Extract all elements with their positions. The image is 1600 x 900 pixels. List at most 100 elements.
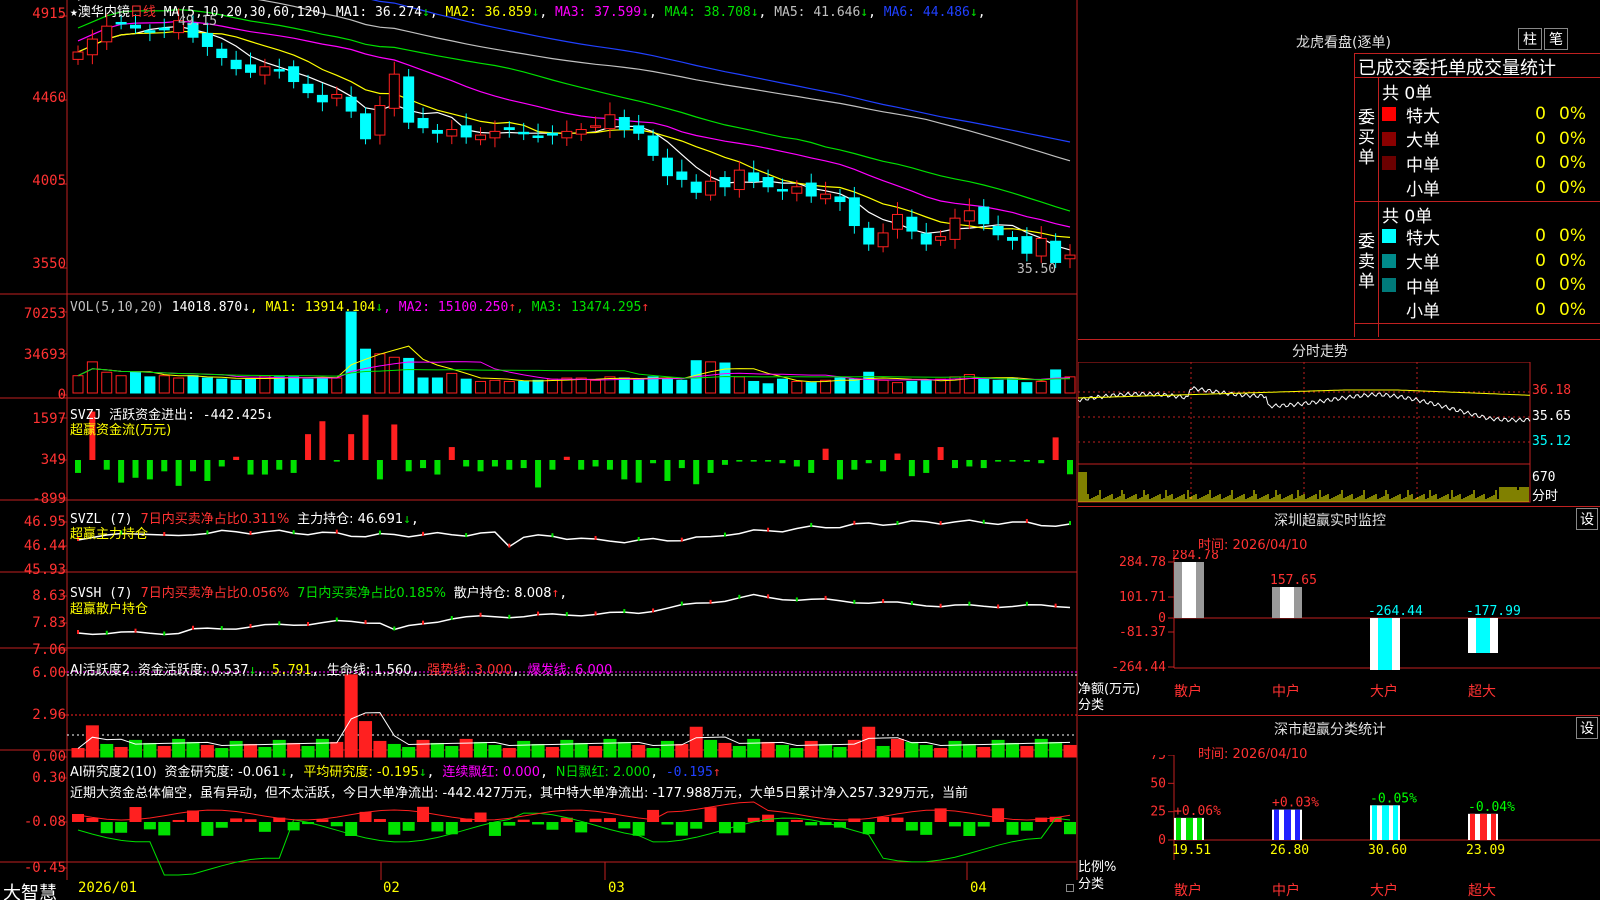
volume-bar [72, 375, 84, 394]
ma-sep: , [429, 5, 438, 20]
fund-flow-bar [995, 460, 1002, 462]
fl-value-label: 30.60 [1368, 843, 1407, 858]
fund-flow-bar [678, 460, 685, 469]
research-bar [330, 822, 343, 827]
activity-bar [531, 743, 545, 758]
fl-settings-button[interactable]: 设 [1576, 717, 1598, 739]
ai1-y-1: 6.00 [32, 665, 66, 681]
main-holding-tick [508, 543, 511, 548]
candle-body [259, 66, 271, 76]
volume-bar [187, 375, 199, 394]
x-tick-jan: 2026/01 [78, 880, 138, 896]
fund-flow-bar [132, 460, 139, 478]
volume-bar [331, 377, 343, 394]
activity-bar [819, 743, 833, 758]
fund-flow-bar [664, 460, 671, 481]
candle-body [719, 177, 731, 188]
y-tick-1: 4915 [32, 6, 66, 22]
vol-header: VOL(5,10,20) 14018.870↓, MA1: 13914.104↓… [70, 300, 650, 315]
fund-flow-bar [549, 460, 556, 470]
order-row: 小单 0 0% [1382, 298, 1600, 322]
fund-flow-bar [822, 448, 829, 460]
volume-bar [115, 375, 127, 394]
research-bar [690, 822, 703, 829]
fl-bar-stripe [1470, 813, 1475, 840]
activity-bar [804, 740, 818, 758]
lhb-title: 龙虎看盘(逐单) [1296, 35, 1391, 51]
column-view-button[interactable]: 柱 [1518, 28, 1542, 50]
volume-bar [316, 377, 328, 394]
volume-bar [173, 377, 185, 394]
candle-body [733, 169, 745, 191]
order-size-label: 中单 [1406, 155, 1440, 176]
fl-pct-label: +0.06% [1174, 804, 1221, 819]
vol-ma-3: , MA3: 13474.295 [516, 300, 642, 315]
candle-body [906, 216, 918, 232]
sz-category-label: 中户 [1272, 683, 1300, 700]
fl-bar-stripe [1197, 817, 1202, 840]
period-label[interactable]: 日线 [130, 5, 156, 20]
svzl-y-1: 46.95 [23, 514, 66, 530]
ma-line [77, 25, 1071, 251]
star-icon[interactable]: ★ [70, 5, 78, 20]
research-bar [402, 822, 415, 831]
intraday-chart[interactable] [1078, 362, 1600, 504]
fund-flow-bar [908, 460, 915, 477]
color-swatch [1382, 253, 1396, 268]
sz-settings-button[interactable]: 设 [1576, 508, 1598, 530]
activity-bar [718, 742, 732, 758]
candle-body [302, 83, 314, 94]
tick-view-button[interactable]: 笔 [1544, 28, 1568, 50]
fl-bar-stripe [1491, 813, 1496, 840]
retail-holding-tick [680, 601, 683, 606]
sz-y-label: 0 [1158, 611, 1166, 626]
sz-value-label: -264.44 [1368, 604, 1423, 619]
candle-body [1006, 237, 1018, 241]
activity-bar [215, 748, 229, 758]
order-row: 中单 0 0% [1382, 273, 1600, 298]
ai2-y-3: -0.45 [23, 860, 66, 876]
retail-holding-tick [508, 614, 511, 619]
research-bar [503, 822, 516, 826]
order-size-label: 小单 [1406, 180, 1440, 200]
retail-holding-tick [278, 621, 281, 626]
retail-holding-tick [767, 594, 770, 599]
high-label: 49.15 [178, 14, 218, 29]
vol-ma-2: , MA2: 15100.250 [383, 300, 509, 315]
activity-bar [258, 746, 272, 758]
activity-bar [1020, 745, 1034, 758]
sz-y-label: 101.71 [1119, 590, 1166, 605]
volume-ma-line [77, 345, 1071, 383]
candle-body [604, 114, 616, 130]
research-bar [603, 818, 616, 822]
candle-body [316, 94, 328, 103]
fund-flow-bar [175, 460, 182, 486]
retail-holding-tick [709, 599, 712, 604]
ma-value-1: MA1: 36.274 [335, 5, 422, 20]
vol-ma-arrow-1: ↓ [375, 300, 384, 315]
volume-bar [920, 379, 932, 394]
research-bar [201, 822, 214, 836]
main-holding-tick [982, 519, 985, 524]
volume-bar [374, 353, 386, 394]
retail-holding-tick [450, 616, 453, 621]
activity-bar [675, 743, 689, 758]
candle-body [992, 225, 1004, 236]
order-size-label: 大单 [1406, 253, 1440, 273]
fund-flow-bar [736, 460, 743, 462]
candle-body [791, 186, 803, 194]
lock-icon[interactable] [1066, 884, 1074, 892]
fund-flow-bar [391, 424, 398, 460]
fund-flow-bar [693, 460, 700, 485]
sz-bar-highlight [1476, 618, 1490, 654]
activity-bar [761, 741, 775, 758]
main-holding-tick [939, 521, 942, 526]
candle-body [503, 127, 515, 131]
main-holding-tick [810, 522, 813, 527]
main-holding-tick [853, 520, 856, 525]
fund-flow-bar [103, 460, 110, 470]
volume-bar [590, 379, 602, 394]
activity-bar [244, 743, 258, 758]
fund-flow-bar [233, 456, 240, 460]
main-holding-tick [163, 532, 166, 536]
